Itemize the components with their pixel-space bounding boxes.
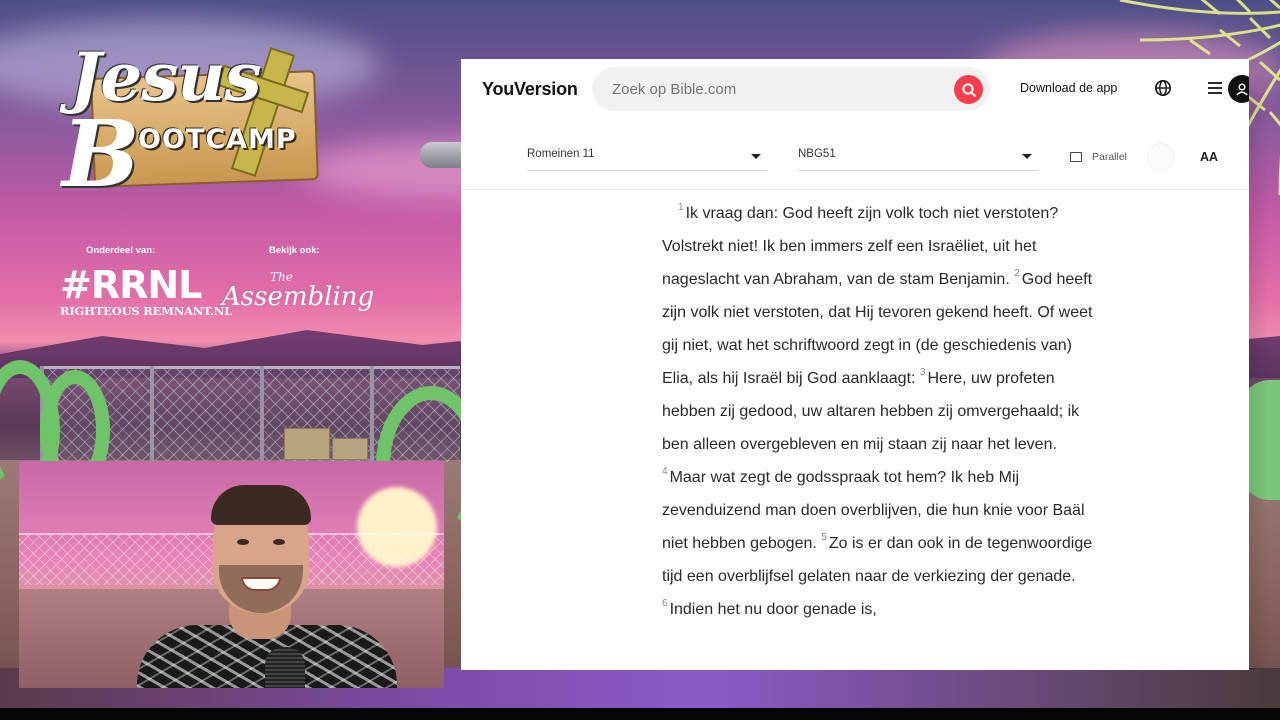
- parallel-button[interactable]: Parallel: [1092, 151, 1127, 163]
- verse-number: 2: [1014, 268, 1020, 279]
- crate: [332, 438, 368, 460]
- assembling-word-text: Assembling: [222, 282, 375, 312]
- download-app-link[interactable]: Download de app: [1020, 81, 1117, 95]
- verse-number: 4: [662, 466, 668, 477]
- user-avatar-icon[interactable]: [1228, 75, 1249, 103]
- chapter-text: 1 Ik vraag dan: God heeft zijn volk toch …: [662, 197, 1102, 626]
- crate: [284, 428, 330, 460]
- rrnl-logo: #RRNL: [60, 263, 202, 307]
- parallel-view-icon[interactable]: [1070, 152, 1082, 162]
- jesus-bootcamp-logo: Jesus B OOTCAMP: [62, 38, 322, 208]
- webcam-feed: [19, 461, 444, 688]
- version-select[interactable]: NBG51: [798, 145, 1038, 171]
- search-icon: [961, 82, 976, 97]
- audio-button[interactable]: [1147, 143, 1175, 171]
- chapter-label: Romeinen 11: [527, 148, 595, 160]
- chevron-down-icon: [751, 154, 761, 159]
- part-of-label: Onderdeel van:: [86, 245, 156, 256]
- globe-icon[interactable]: [1154, 79, 1172, 97]
- fence-post: [150, 366, 154, 462]
- font-size-button[interactable]: AA: [1200, 150, 1218, 164]
- verse-number: 1: [678, 202, 684, 213]
- verse-number: 6: [662, 598, 668, 609]
- version-label: NBG51: [798, 148, 836, 160]
- chapter-select[interactable]: Romeinen 11: [527, 145, 767, 171]
- verse-number: 5: [821, 532, 827, 543]
- logo-bold-text: OOTCAMP: [138, 124, 297, 155]
- logo-initial: B: [62, 100, 140, 208]
- fence-post: [260, 366, 264, 462]
- the-assembling-logo: The Assembling: [222, 270, 374, 324]
- fence-post: [370, 366, 374, 462]
- window-shadow: [1249, 59, 1269, 670]
- youversion-window: YouVersion Download de app: [461, 59, 1249, 670]
- verse-number: 3: [919, 367, 926, 378]
- yv-header: YouVersion Download de app: [461, 59, 1249, 119]
- search-input[interactable]: [612, 79, 942, 99]
- metal-cylinder: [420, 142, 462, 168]
- chevron-down-icon: [1022, 154, 1032, 159]
- see-also-label: Bekijk ook:: [269, 245, 320, 256]
- verse-text[interactable]: Ik vraag dan: God heeft zijn volk toch n…: [662, 205, 1058, 288]
- youversion-logo[interactable]: YouVersion: [482, 79, 578, 100]
- microphone-icon: [265, 647, 305, 688]
- search-button[interactable]: [954, 75, 983, 104]
- search-bar[interactable]: [592, 67, 990, 111]
- letterbox-bar: [0, 708, 1280, 720]
- hamburger-menu-icon[interactable]: [1208, 81, 1222, 95]
- rrnl-subtext: RIGHTEOUS REMNANT.NL: [60, 304, 232, 318]
- verse-text[interactable]: Indien het nu door genade is,: [670, 601, 877, 618]
